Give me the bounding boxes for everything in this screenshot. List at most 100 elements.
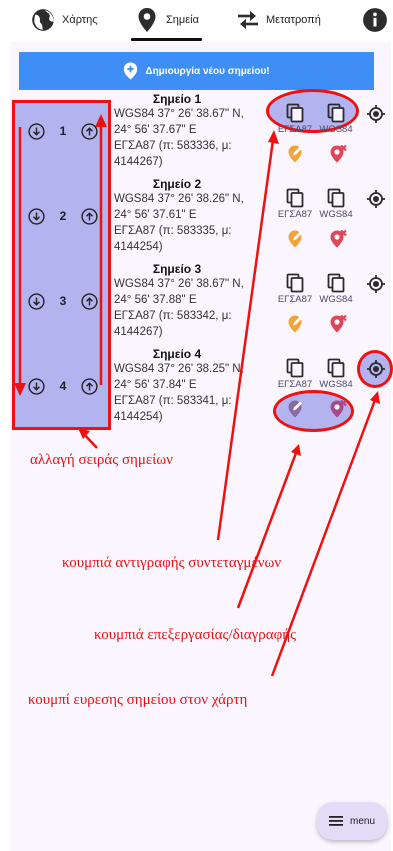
delete-button[interactable] — [328, 314, 348, 334]
copy-wgs-label: WGS84 — [319, 124, 353, 135]
point-title: Σημείο 4 — [152, 347, 202, 361]
copy-egsa-label: ΕΓΣΑ87 — [277, 209, 313, 220]
point-egsa-line2: 4144254) — [114, 241, 163, 253]
edit-button[interactable] — [286, 144, 306, 164]
copy-wgs-button[interactable]: WGS84 — [316, 103, 356, 135]
tab-points[interactable]: Σημεία — [137, 6, 199, 34]
move-up-button[interactable] — [81, 207, 98, 225]
delete-location-icon — [330, 144, 347, 163]
copy-egsa-button[interactable]: ΕΓΣΑ87 — [275, 103, 315, 135]
create-point-button[interactable]: Δημιουργία νέου σημείου! — [19, 52, 374, 90]
swap-arrows-icon — [238, 11, 258, 29]
edit-button[interactable] — [286, 399, 306, 419]
copy-egsa-button[interactable]: ΕΓΣΑ87 — [275, 188, 315, 220]
point-wgs-line1: WGS84 37° 26' 38.25" N, — [114, 363, 244, 375]
copy-egsa-label: ΕΓΣΑ87 — [277, 124, 313, 135]
delete-button[interactable] — [328, 399, 348, 419]
copy-egsa-label: ΕΓΣΑ87 — [277, 294, 313, 305]
edit-location-icon — [288, 400, 302, 418]
delete-location-icon — [330, 229, 347, 248]
point-egsa-line2: 4144267) — [114, 156, 163, 168]
point-index: 3 — [59, 294, 67, 308]
point-title: Σημείο 3 — [152, 262, 202, 276]
copy-wgs-button[interactable]: WGS84 — [316, 358, 356, 390]
arrow-down-circle-icon — [28, 207, 45, 225]
delete-location-icon — [330, 399, 347, 418]
create-point-label: Δημιουργία νέου σημείου! — [145, 65, 270, 77]
copy-icon — [286, 103, 304, 123]
point-index: 2 — [59, 209, 67, 223]
move-up-button[interactable] — [81, 292, 98, 310]
arrow-down-circle-icon — [28, 377, 45, 395]
move-down-button[interactable] — [28, 122, 45, 140]
copy-icon — [286, 273, 304, 293]
annotation-copy: κουμπιά αντιγραφής συντεταγμένων — [62, 555, 282, 571]
reorder-row: 3 — [28, 291, 98, 311]
reorder-row: 4 — [28, 376, 98, 396]
point-egsa-line1: ΕΓΣΑ87 (π: 583341, μ: — [114, 395, 232, 407]
copy-icon — [327, 103, 345, 123]
tab-map[interactable]: Χάρτης — [30, 6, 98, 34]
annotation-edit-delete: κουμπιά επεξεργασίας/διαγραφής — [94, 627, 297, 643]
point-wgs-line2: 24° 56' 37.61" E — [114, 209, 197, 221]
locate-button[interactable] — [366, 104, 386, 124]
copy-egsa-label: ΕΓΣΑ87 — [277, 379, 313, 390]
tab-map-label: Χάρτης — [62, 14, 98, 26]
point-wgs-line1: WGS84 37° 26' 38.67" N, — [114, 108, 244, 120]
tab-points-label: Σημεία — [166, 14, 199, 26]
copy-icon — [286, 188, 304, 208]
point-wgs-line2: 24° 56' 37.84" E — [114, 379, 197, 391]
move-down-button[interactable] — [28, 207, 45, 225]
menu-button[interactable]: menu — [317, 802, 387, 840]
locate-button[interactable] — [366, 274, 386, 294]
locate-button[interactable] — [366, 359, 386, 379]
delete-button[interactable] — [328, 144, 348, 164]
locate-target-icon — [367, 190, 385, 208]
point-wgs-line1: WGS84 37° 26' 38.67" N, — [114, 278, 244, 290]
arrow-up-circle-icon — [81, 292, 98, 310]
copy-icon — [327, 358, 345, 378]
point-wgs-line2: 24° 56' 37.88" E — [114, 294, 197, 306]
annotation-reorder: αλλαγή σειράς σημείων — [30, 452, 173, 468]
reorder-row: 2 — [28, 206, 98, 226]
copy-icon — [286, 358, 304, 378]
point-egsa-line1: ΕΓΣΑ87 (π: 583336, μ: — [114, 140, 232, 152]
copy-egsa-button[interactable]: ΕΓΣΑ87 — [275, 273, 315, 305]
copy-egsa-button[interactable]: ΕΓΣΑ87 — [275, 358, 315, 390]
top-navigation: Χάρτης Σημεία Μετατροπή — [0, 0, 393, 42]
arrow-down-circle-icon — [28, 292, 45, 310]
active-tab-indicator — [131, 38, 202, 41]
tab-convert-label: Μετατροπή — [266, 14, 321, 26]
point-index: 1 — [59, 124, 67, 138]
move-down-button[interactable] — [28, 292, 45, 310]
move-down-button[interactable] — [28, 377, 45, 395]
arrow-up-circle-icon — [81, 122, 98, 140]
edit-location-icon — [288, 315, 302, 333]
locate-target-icon — [367, 105, 385, 123]
point-egsa-line1: ΕΓΣΑ87 (π: 583342, μ: — [114, 310, 232, 322]
menu-label: menu — [349, 815, 375, 827]
tab-convert[interactable]: Μετατροπή — [236, 6, 321, 34]
copy-icon — [327, 188, 345, 208]
point-wgs-line2: 24° 56' 37.67" E — [114, 124, 197, 136]
copy-wgs-button[interactable]: WGS84 — [316, 273, 356, 305]
copy-icon — [327, 273, 345, 293]
arrow-up-circle-icon — [81, 377, 98, 395]
locate-target-icon — [367, 275, 385, 293]
copy-wgs-button[interactable]: WGS84 — [316, 188, 356, 220]
move-up-button[interactable] — [81, 122, 98, 140]
edit-location-icon — [288, 230, 302, 248]
delete-button[interactable] — [328, 229, 348, 249]
edit-button[interactable] — [286, 314, 306, 334]
point-wgs-line1: WGS84 37° 26' 38.26" N, — [114, 193, 244, 205]
point-egsa-line2: 4144254) — [114, 411, 163, 423]
info-button[interactable] — [362, 6, 388, 34]
edit-button[interactable] — [286, 229, 306, 249]
point-egsa-line2: 4144267) — [114, 326, 163, 338]
copy-wgs-label: WGS84 — [319, 294, 353, 305]
menu-lines-icon — [328, 816, 343, 826]
locate-button[interactable] — [366, 189, 386, 209]
move-up-button[interactable] — [81, 377, 98, 395]
point-title: Σημείο 1 — [152, 92, 202, 106]
add-location-icon — [124, 62, 138, 80]
